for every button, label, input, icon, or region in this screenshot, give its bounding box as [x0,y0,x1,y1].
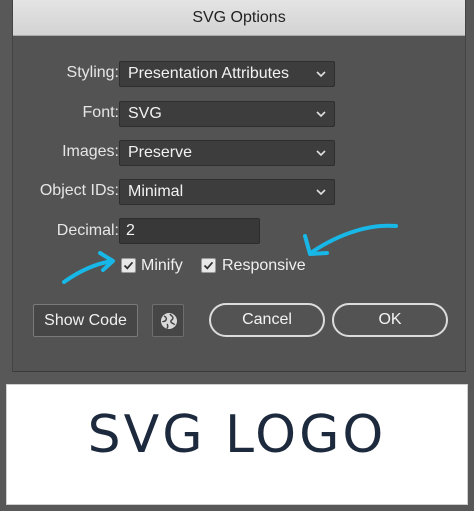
minify-label[interactable]: Minify [141,257,183,275]
styling-label: Styling: [66,64,119,81]
logo-preview-panel: SVG LOGO [6,384,468,505]
font-value: SVG [128,105,162,122]
show-code-button[interactable]: Show Code [33,304,138,337]
responsive-checkbox[interactable] [201,258,216,273]
chevron-down-icon [316,150,326,157]
dialog-titlebar: SVG Options [13,0,465,36]
images-label: Images: [62,143,119,160]
object-ids-value: Minimal [128,183,184,200]
dialog-title: SVG Options [192,9,286,26]
decimal-input[interactable]: 2 [119,218,260,244]
images-select[interactable]: Preserve [119,140,335,166]
svg-options-dialog: SVG Options Styling: Presentation Attrib… [12,0,466,372]
checkmark-icon [203,261,214,270]
svg-logo-text: SVG LOGO [87,405,387,465]
decimal-value: 2 [126,222,135,239]
annotation-arrow-responsive [303,223,398,256]
images-value: Preserve [128,144,193,161]
object-ids-label: Object IDs: [39,182,119,199]
responsive-label[interactable]: Responsive [222,257,306,275]
styling-value: Presentation Attributes [128,65,289,82]
checkmark-icon [123,261,134,270]
globe-icon [161,313,177,329]
font-label: Font: [82,104,119,121]
object-ids-select[interactable]: Minimal [119,179,335,205]
chevron-down-icon [316,111,326,118]
minify-checkbox[interactable] [121,258,136,273]
font-select[interactable]: SVG [119,101,335,127]
chevron-down-icon [316,189,326,196]
chevron-down-icon [316,71,326,78]
screenshot-frame: SVG Options Styling: Presentation Attrib… [0,0,474,511]
ok-button[interactable]: OK [332,303,448,337]
cancel-button[interactable]: Cancel [209,303,325,337]
decimal-label: Decimal: [56,222,119,239]
styling-select[interactable]: Presentation Attributes [119,61,335,87]
globe-button[interactable] [152,304,184,337]
annotation-arrow-minify [62,251,115,284]
